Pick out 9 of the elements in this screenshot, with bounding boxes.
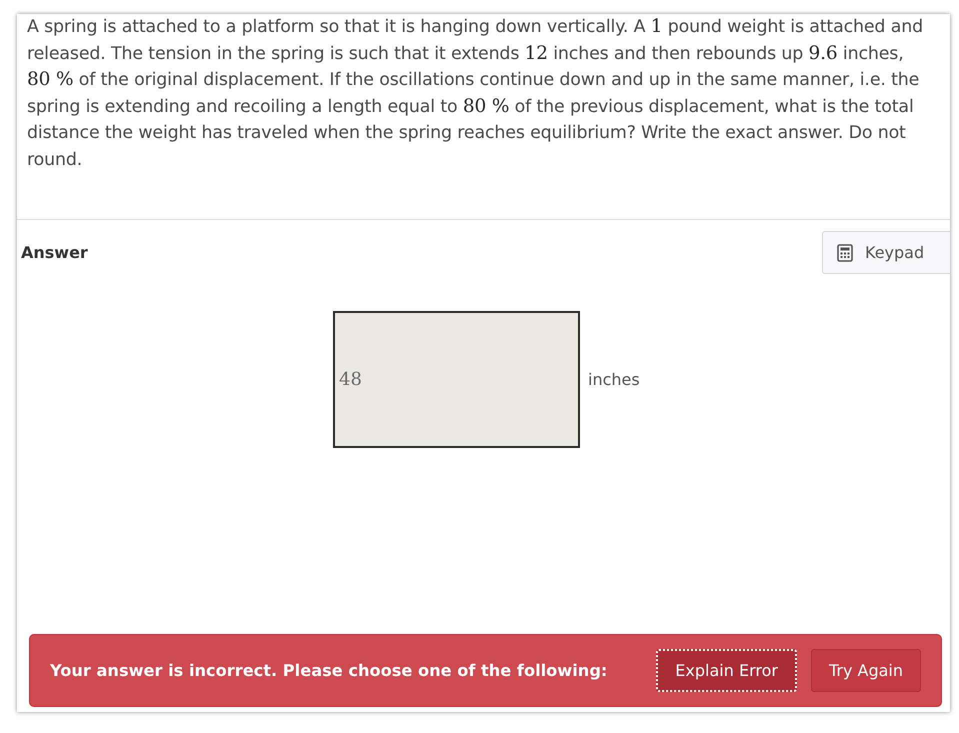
- unit-label: inches: [588, 370, 640, 389]
- calculator-icon: [837, 244, 853, 262]
- feedback-message: Your answer is incorrect. Please choose one of the following:: [50, 661, 608, 680]
- feedback-button[interactable]: Explain Error: [656, 649, 797, 692]
- answer-heading: Answer: [21, 243, 88, 262]
- keypad-button[interactable]: Keypad: [822, 231, 950, 274]
- question-text: A spring is attached to a platform so that it is hanging down vertically. A 1 pound weight is attached and released. The tension in the spring is such that it extends 12 inches and then rebounds up 9.6 inches, 80 % of the original displacement. If the oscillations continue down and up in the same manner, i.e. the spring is extending and recoiling a length equal to 80 % of the previous displacement, what is the total distance the weight has traveled when the spring reaches equilibrium? Write the exact answer. Do not round.: [27, 15, 924, 172]
- feedback-button[interactable]: Try Again: [810, 649, 921, 692]
- answer-field[interactable]: 48: [333, 311, 580, 448]
